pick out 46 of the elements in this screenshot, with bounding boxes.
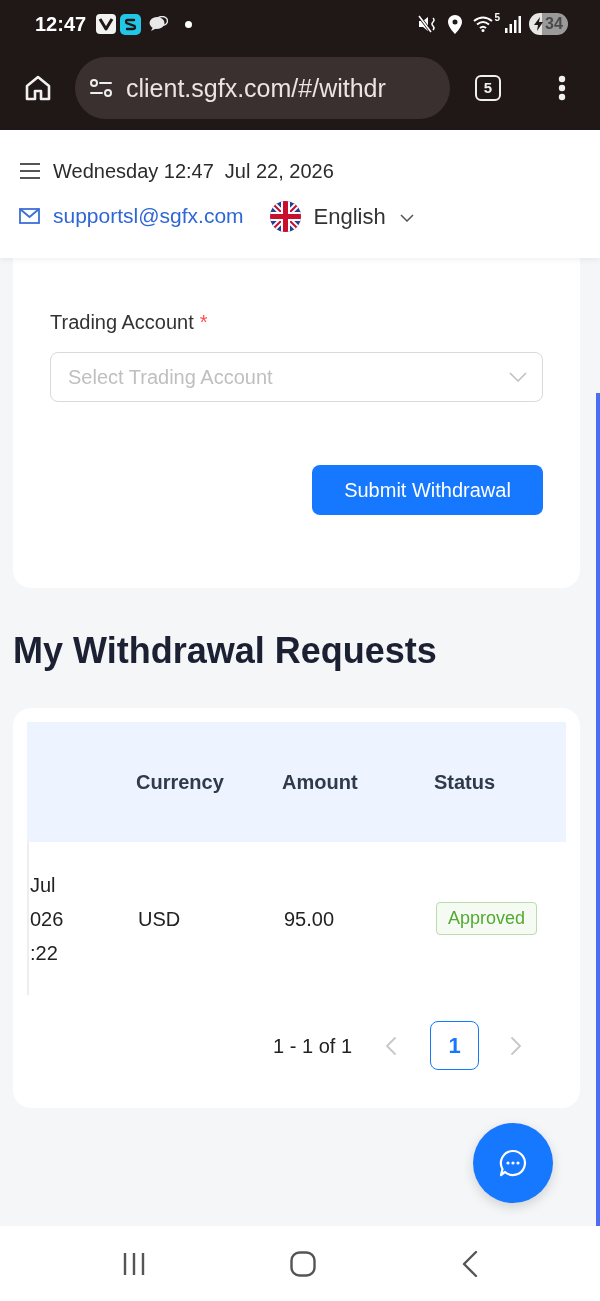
- language-selector[interactable]: English: [269, 199, 414, 233]
- status-tag: Approved: [436, 902, 538, 935]
- status-time: 12:47: [35, 12, 87, 36]
- location-icon: [448, 14, 463, 34]
- bolt-icon: [534, 17, 543, 31]
- tune-icon: [89, 78, 113, 98]
- tab-count-button[interactable]: 5: [475, 75, 501, 101]
- chat-button[interactable]: [473, 1123, 553, 1203]
- column-header: Status: [434, 770, 496, 795]
- pagination-summary: 1 - 1 of 1: [273, 1033, 352, 1059]
- table-cell-text: 026: [30, 906, 64, 932]
- trading-account-select[interactable]: Select Trading Account: [50, 352, 543, 402]
- back-icon[interactable]: [462, 1249, 478, 1278]
- table-cell-text: Jul: [30, 872, 56, 898]
- wifi-icon: [473, 16, 494, 32]
- home-icon[interactable]: [290, 1250, 316, 1277]
- header-date: Jul 22, 2026: [224, 159, 334, 184]
- signal-icon: [505, 15, 521, 33]
- chevron-down-icon: [399, 213, 414, 222]
- mail-icon: [19, 208, 40, 224]
- chevron-down-icon: [509, 372, 527, 382]
- table-cell-text: 95.00: [284, 906, 335, 932]
- recents-icon[interactable]: [122, 1251, 146, 1276]
- submit-withdrawal-button[interactable]: Submit Withdrawal: [312, 465, 543, 515]
- battery-level: 34: [545, 15, 563, 33]
- field-label: Trading Account: [50, 310, 194, 335]
- app-icon: [120, 13, 142, 35]
- column-header: Amount: [282, 770, 358, 795]
- required-mark: *: [199, 310, 208, 335]
- chat-bubbles-icon: [149, 16, 169, 32]
- page-button[interactable]: 1: [430, 1021, 479, 1070]
- flag-icon: [269, 200, 301, 232]
- url-text: client.sgfx.com/#/withdr: [126, 73, 386, 103]
- app-icon: [96, 14, 117, 34]
- column-header: Currency: [136, 770, 224, 795]
- email-link[interactable]: supportsl@sgfx.com: [53, 200, 244, 232]
- wifi-label: 5: [494, 13, 500, 23]
- table-cell-text: :22: [30, 940, 58, 966]
- table-cell-text: USD: [138, 906, 181, 932]
- dot-icon: [185, 20, 193, 28]
- more-icon[interactable]: [558, 75, 566, 101]
- address-bar[interactable]: client.sgfx.com/#/withdr: [75, 57, 450, 119]
- section-title: My Withdrawal Requests: [13, 629, 438, 673]
- header-time: Wednesday 12:47: [53, 159, 214, 184]
- chat-icon: [499, 1149, 527, 1177]
- menu-icon[interactable]: [20, 163, 40, 179]
